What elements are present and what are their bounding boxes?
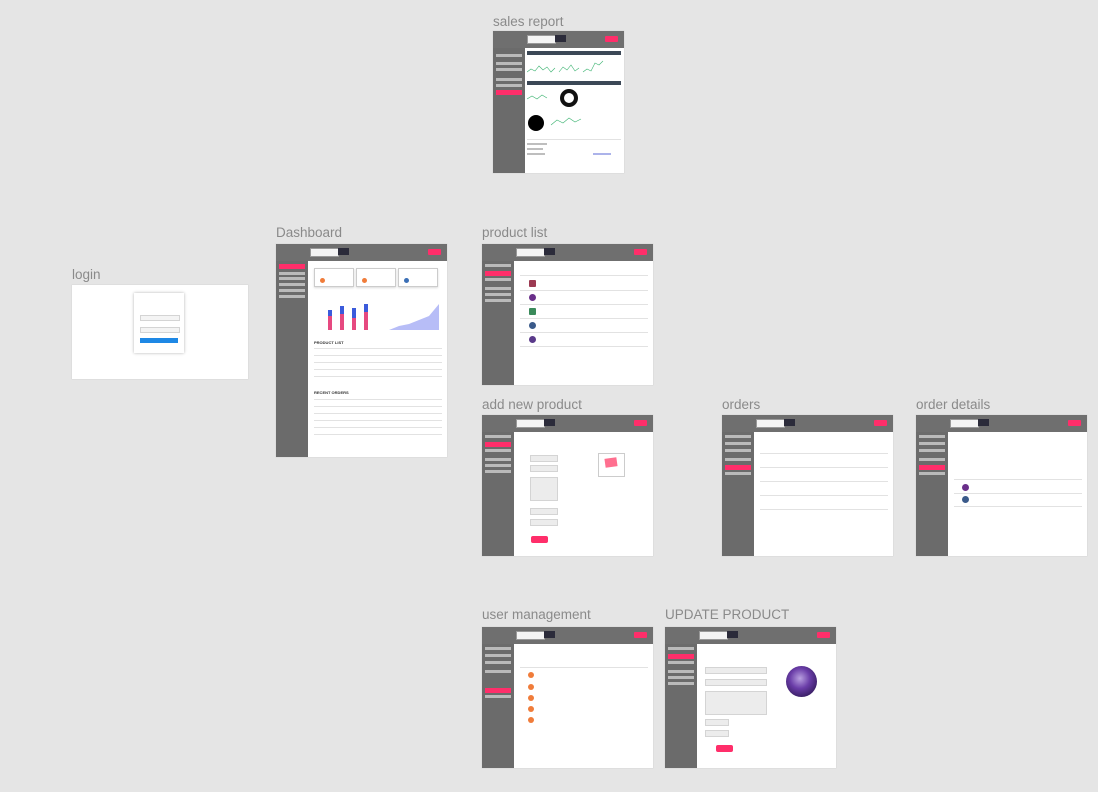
login-card (134, 293, 184, 353)
search-input[interactable] (756, 419, 785, 428)
sidebar (482, 432, 514, 556)
search-button[interactable] (555, 35, 566, 42)
search-button[interactable] (727, 631, 738, 638)
logout-button[interactable] (605, 36, 618, 42)
user-management-frame[interactable] (482, 627, 653, 768)
image-preview (598, 453, 625, 477)
sidebar (916, 432, 948, 556)
sidebar (276, 261, 308, 457)
top-bar (482, 415, 653, 432)
update-product-frame[interactable] (665, 627, 836, 768)
sales-report-frame[interactable] (493, 31, 624, 173)
search-button[interactable] (544, 248, 555, 255)
add-product-submit-button[interactable] (531, 536, 548, 543)
top-bar (916, 415, 1087, 432)
logout-button[interactable] (634, 632, 647, 638)
sales-donuts (527, 89, 582, 131)
dashboard-charts (328, 304, 439, 330)
frame-label-add-new-product[interactable]: add new product (482, 397, 582, 413)
frame-label-order-details[interactable]: order details (916, 397, 990, 413)
search-input[interactable] (516, 631, 545, 640)
logout-button[interactable] (634, 420, 647, 426)
search-input[interactable] (527, 35, 556, 44)
logout-button[interactable] (634, 249, 647, 255)
sidebar (722, 432, 754, 556)
order-details-frame[interactable] (916, 415, 1087, 556)
logout-button[interactable] (1068, 420, 1081, 426)
logout-button[interactable] (817, 632, 830, 638)
login-frame[interactable] (72, 285, 248, 379)
frame-label-sales-report[interactable]: sales report (493, 14, 564, 30)
search-input[interactable] (516, 419, 545, 428)
frame-label-orders[interactable]: orders (722, 397, 760, 413)
search-button[interactable] (544, 419, 555, 426)
sidebar (493, 48, 525, 173)
sales-sparklines (527, 60, 604, 73)
frame-label-login[interactable]: login (72, 267, 101, 283)
top-bar (493, 31, 624, 48)
sidebar (665, 644, 697, 768)
frame-label-dashboard[interactable]: Dashboard (276, 225, 342, 241)
search-button[interactable] (784, 419, 795, 426)
update-product-submit-button[interactable] (716, 745, 733, 752)
top-bar (722, 415, 893, 432)
search-input[interactable] (516, 248, 545, 257)
frame-label-product-list[interactable]: product list (482, 225, 547, 241)
sidebar (482, 261, 514, 385)
sidebar (482, 644, 514, 768)
top-bar (482, 627, 653, 644)
logout-button[interactable] (874, 420, 887, 426)
search-button[interactable] (544, 631, 555, 638)
logout-button[interactable] (428, 249, 441, 255)
search-button[interactable] (338, 248, 349, 255)
frame-label-user-management[interactable]: user management (482, 607, 591, 623)
product-list-frame[interactable] (482, 244, 653, 385)
frame-label-update-product[interactable]: UPDATE PRODUCT (665, 607, 789, 623)
search-input[interactable] (950, 419, 979, 428)
search-button[interactable] (978, 419, 989, 426)
top-bar (276, 244, 447, 261)
product-image (786, 666, 817, 697)
design-canvas: sales report Dashboard product list logi… (0, 0, 1098, 792)
search-input[interactable] (310, 248, 339, 257)
add-new-product-frame[interactable] (482, 415, 653, 556)
dashboard-frame[interactable]: PRODUCT LIST RECENT ORDERS (276, 244, 447, 457)
search-input[interactable] (699, 631, 728, 640)
top-bar (482, 244, 653, 261)
orders-frame[interactable] (722, 415, 893, 556)
top-bar (665, 627, 836, 644)
